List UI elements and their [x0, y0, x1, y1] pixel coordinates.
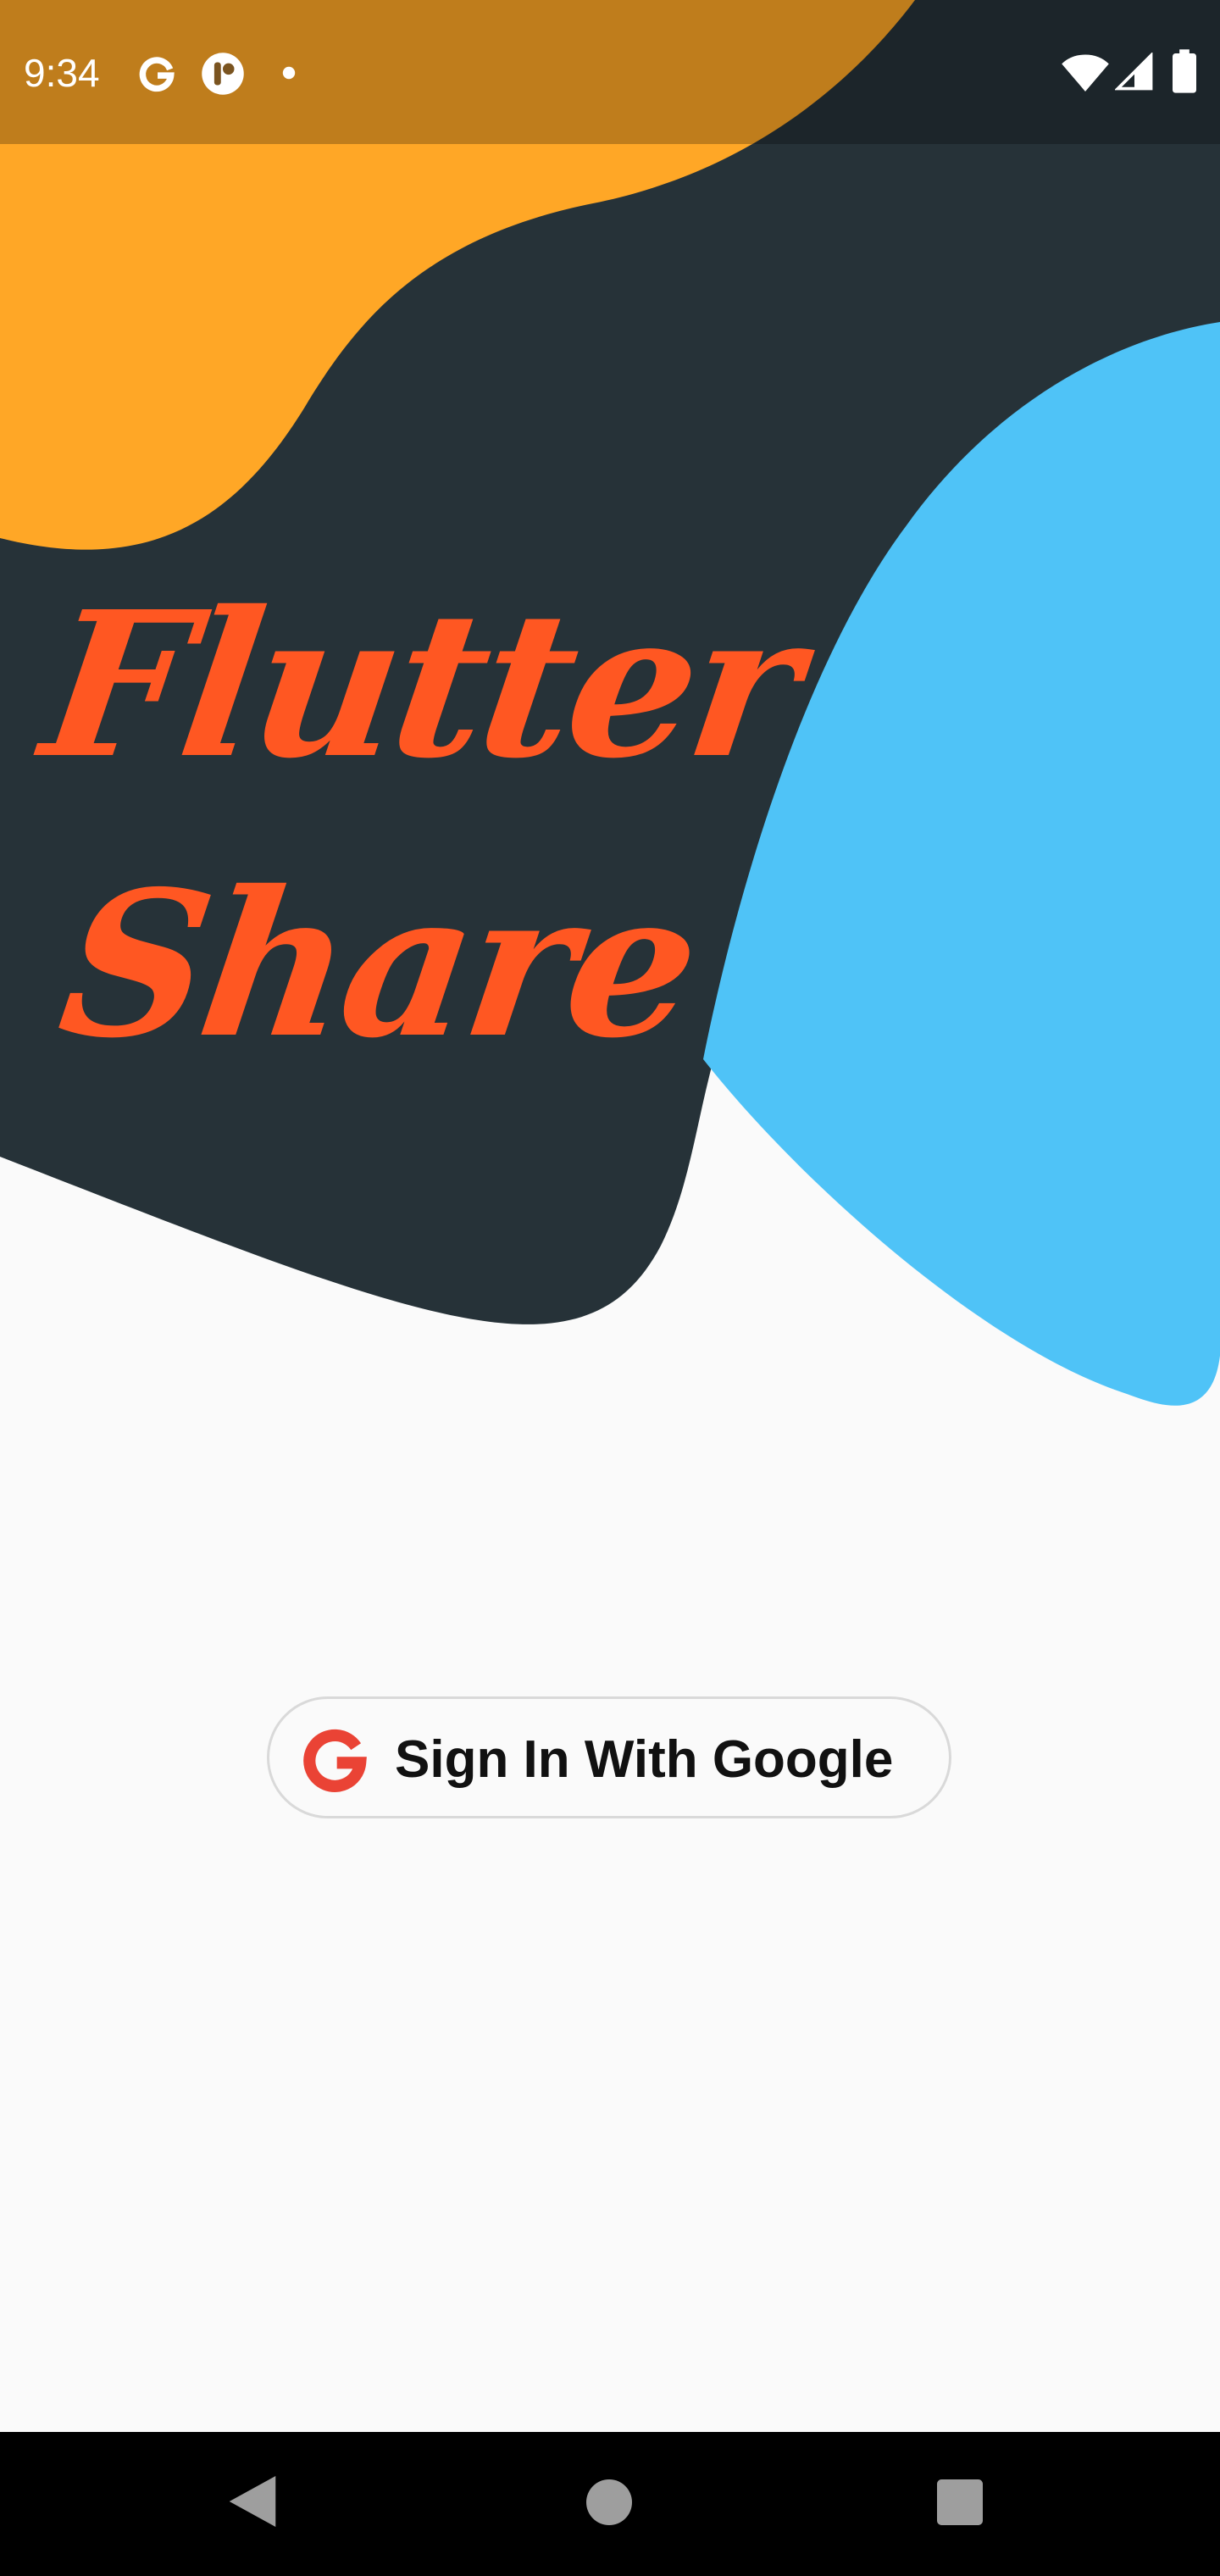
recents-icon[interactable]	[937, 2479, 983, 2525]
background-blobs	[0, 0, 1220, 1406]
app-notification-icon	[202, 53, 244, 95]
home-icon[interactable]	[586, 2479, 632, 2525]
battery-icon	[1173, 49, 1196, 93]
dot-icon	[282, 66, 296, 80]
back-icon[interactable]	[229, 2476, 276, 2527]
app-title-line-2: Share	[48, 847, 708, 1082]
sign-in-button-label: Sign In With Google	[395, 1730, 894, 1789]
google-g-icon	[303, 1729, 367, 1792]
status-time: 9:34	[24, 51, 100, 95]
google-g-icon	[139, 57, 175, 92]
status-bar: 9:34	[0, 0, 1220, 144]
wifi-icon	[1062, 54, 1109, 92]
login-screen: 9:34 Flutter Share Sign In With Google	[0, 0, 1220, 2576]
cellular-signal-icon	[1115, 53, 1153, 91]
system-navigation-bar	[0, 2432, 1220, 2576]
app-title-line-1: Flutter	[31, 567, 810, 802]
sign-in-with-google-button[interactable]: Sign In With Google	[267, 1696, 951, 1818]
